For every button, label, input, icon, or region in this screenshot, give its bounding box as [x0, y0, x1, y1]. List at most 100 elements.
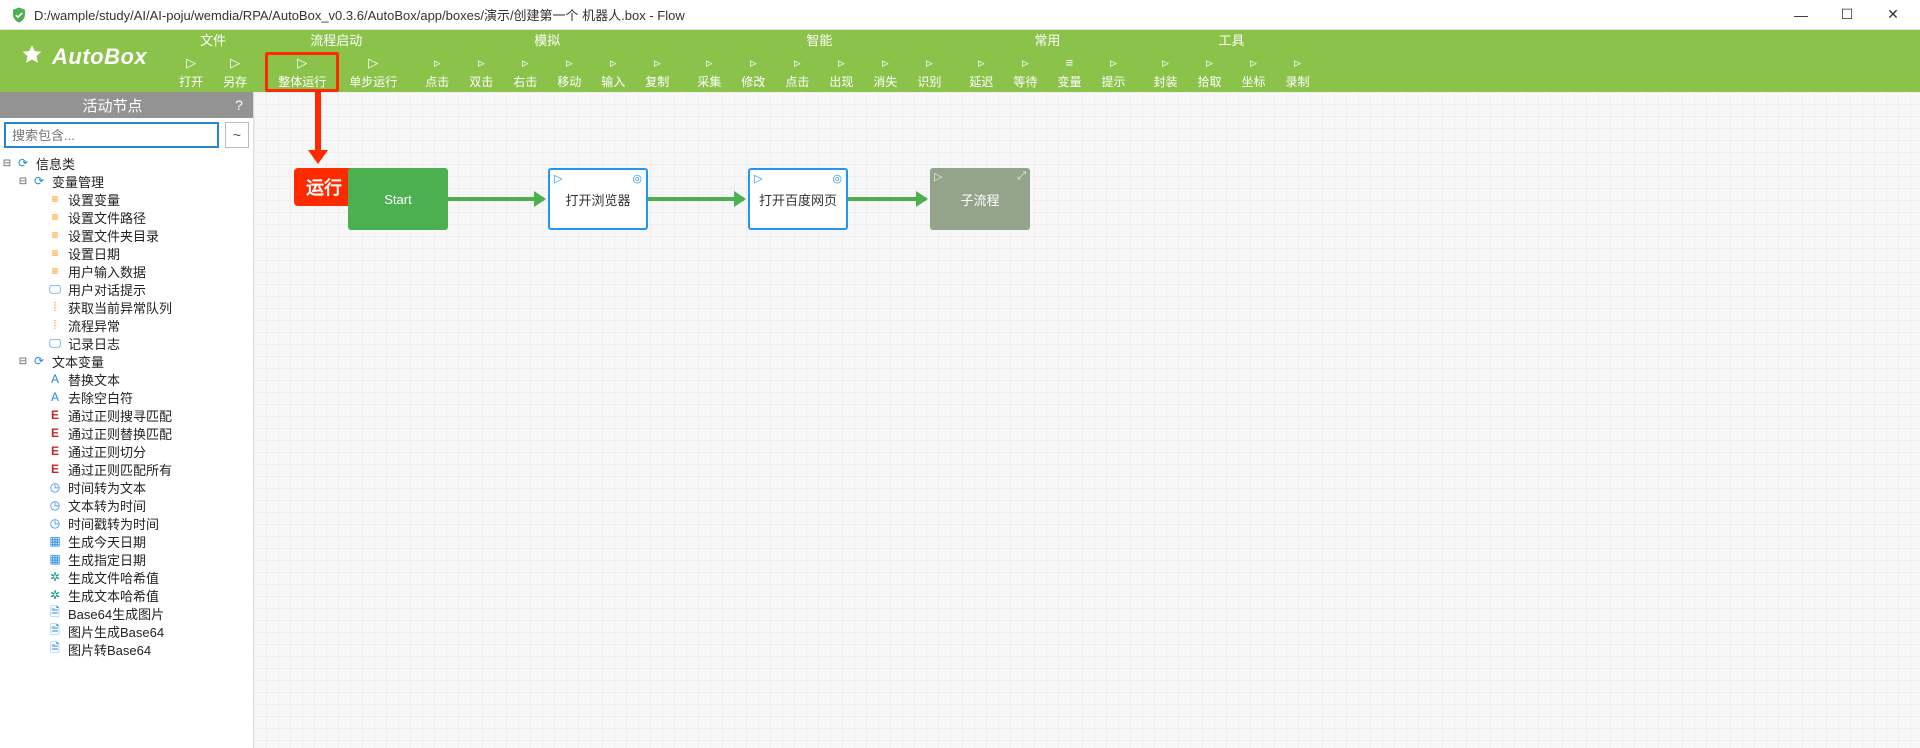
help-icon[interactable]: ?: [225, 97, 253, 113]
tree-item[interactable]: 🗎图片生成Base64: [0, 622, 253, 640]
ribbon-group-title: 常用: [1034, 30, 1060, 52]
ribbon-button-修改[interactable]: ▹修改: [731, 52, 775, 92]
tree-item[interactable]: ⊟⟳信息类: [0, 154, 253, 172]
search-toggle[interactable]: ~: [225, 122, 249, 148]
ribbon-button-右击[interactable]: ▹右击: [503, 52, 547, 92]
activity-tree[interactable]: ⊟⟳信息类⊟⟳变量管理≡设置变量≡设置文件路径≡设置文件夹目录≡设置日期≡用户输…: [0, 152, 253, 748]
ribbon-button-单步运行[interactable]: ▷单步运行: [339, 52, 407, 92]
tree-item-icon: A: [46, 372, 64, 386]
ribbon-button-录制[interactable]: ▹录制: [1276, 52, 1320, 92]
ribbon-button-复制[interactable]: ▹复制: [635, 52, 679, 92]
tree-item[interactable]: ✲生成文本哈希值: [0, 586, 253, 604]
tree-item-label: 生成文件哈希值: [64, 568, 159, 587]
tree-item[interactable]: ⦙流程异常: [0, 316, 253, 334]
tree-item[interactable]: ≡设置变量: [0, 190, 253, 208]
ribbon-button-移动[interactable]: ▹移动: [547, 52, 591, 92]
tree-item[interactable]: E通过正则替换匹配: [0, 424, 253, 442]
ribbon-icon: ▹: [566, 55, 573, 71]
tree-item[interactable]: 🗎Base64生成图片: [0, 604, 253, 622]
tree-item[interactable]: ⦙获取当前异常队列: [0, 298, 253, 316]
flow-edge: [848, 197, 926, 201]
close-button[interactable]: ✕: [1870, 0, 1916, 30]
tree-item[interactable]: ▦生成指定日期: [0, 550, 253, 568]
ribbon-label: 整体运行: [278, 73, 326, 90]
tree-item[interactable]: E通过正则匹配所有: [0, 460, 253, 478]
tree-item[interactable]: ✲生成文件哈希值: [0, 568, 253, 586]
ribbon-label: 延迟: [969, 73, 993, 90]
tree-item[interactable]: ▦生成今天日期: [0, 532, 253, 550]
ribbon-button-识别[interactable]: ▹识别: [907, 52, 951, 92]
node-label: 打开浏览器: [565, 190, 630, 209]
tree-item[interactable]: E通过正则搜寻匹配: [0, 406, 253, 424]
ribbon-icon: ▹: [978, 55, 985, 71]
flow-canvas[interactable]: 运行 Start ▷ ◎ 打开浏览器 ▷ ◎ 打开百度网页 ▷ ⤢ 子流程: [254, 92, 1920, 748]
ribbon-icon: ▹: [794, 55, 801, 71]
ribbon-group-title: 模拟: [534, 30, 560, 52]
ribbon-button-消失[interactable]: ▹消失: [863, 52, 907, 92]
ribbon-button-打开[interactable]: ▷打开: [169, 52, 213, 92]
ribbon-button-提示[interactable]: ▹提示: [1091, 52, 1135, 92]
search-input[interactable]: [4, 122, 219, 148]
shield-icon: [10, 6, 28, 24]
maximize-button[interactable]: ☐: [1824, 0, 1870, 30]
flow-node-open-browser[interactable]: ▷ ◎ 打开浏览器: [548, 168, 648, 230]
tree-item-icon: ✲: [46, 588, 64, 602]
tree-item[interactable]: ≡设置日期: [0, 244, 253, 262]
ribbon-label: 输入: [601, 73, 625, 90]
ribbon-icon: ▹: [610, 55, 617, 71]
ribbon-icon: ▹: [706, 55, 713, 71]
flow-node-subprocess[interactable]: ▷ ⤢ 子流程: [930, 168, 1030, 230]
tree-item[interactable]: ◷时间戳转为时间: [0, 514, 253, 532]
ribbon-button-变量[interactable]: ≡变量: [1047, 52, 1091, 92]
ribbon-icon: ▹: [654, 55, 661, 71]
tree-item-label: 文本转为时间: [64, 496, 146, 515]
ribbon-label: 打开: [179, 73, 203, 90]
ribbon-button-整体运行[interactable]: ▷整体运行: [265, 52, 339, 92]
ribbon-button-输入[interactable]: ▹ 输入: [591, 52, 635, 92]
node-label: Start: [384, 192, 411, 207]
sidebar-header: 活动节点 ?: [0, 92, 253, 118]
ribbon-button-封装[interactable]: ▹封装: [1143, 52, 1187, 92]
ribbon-button-点击[interactable]: ▹点击: [775, 52, 819, 92]
tree-item-icon: ◷: [46, 480, 64, 494]
tree-item[interactable]: ⊟⟳变量管理: [0, 172, 253, 190]
tree-twist-icon[interactable]: ⊟: [16, 176, 30, 187]
tree-item[interactable]: E通过正则切分: [0, 442, 253, 460]
flow-node-start[interactable]: Start: [348, 168, 448, 230]
tree-twist-icon[interactable]: ⊟: [16, 356, 30, 367]
ribbon-button-拾取[interactable]: ▹拾取: [1187, 52, 1231, 92]
tree-item[interactable]: ≡设置文件路径: [0, 208, 253, 226]
tree-item[interactable]: 🖵用户对话提示: [0, 280, 253, 298]
tree-item-label: 替换文本: [64, 370, 120, 389]
ribbon-button-采集[interactable]: ▹采集: [687, 52, 731, 92]
ribbon-button-双击[interactable]: ▹双击: [459, 52, 503, 92]
ribbon-icon: ▹: [1162, 55, 1169, 71]
tree-item-icon: ▦: [46, 534, 64, 548]
tree-item[interactable]: ⊟⟳文本变量: [0, 352, 253, 370]
tree-item[interactable]: ◷文本转为时间: [0, 496, 253, 514]
flow-edge: [448, 197, 544, 201]
annotation-run-label: 运行: [294, 168, 354, 206]
window-title: D:/wample/study/AI/AI-poju/wemdia/RPA/Au…: [34, 5, 1778, 24]
tree-item[interactable]: ≡用户输入数据: [0, 262, 253, 280]
play-icon: ▷: [754, 172, 762, 185]
ribbon-button-延迟[interactable]: ▹ 延迟: [959, 52, 1003, 92]
minimize-button[interactable]: —: [1778, 0, 1824, 30]
tree-item-label: 用户对话提示: [64, 280, 146, 299]
ribbon-button-另存[interactable]: ▷另存: [213, 52, 257, 92]
flow-node-open-baidu[interactable]: ▷ ◎ 打开百度网页: [748, 168, 848, 230]
tree-item[interactable]: ≡设置文件夹目录: [0, 226, 253, 244]
tree-item-label: 获取当前异常队列: [64, 298, 172, 317]
ribbon-button-点击[interactable]: ▹点击: [415, 52, 459, 92]
tree-item-label: 信息类: [32, 154, 75, 173]
ribbon-button-等待[interactable]: ▹等待: [1003, 52, 1047, 92]
tree-twist-icon[interactable]: ⊟: [0, 158, 14, 169]
ribbon-button-坐标[interactable]: ▹坐标: [1232, 52, 1276, 92]
ribbon-icon: ▹: [838, 55, 845, 71]
tree-item[interactable]: ◷时间转为文本: [0, 478, 253, 496]
tree-item[interactable]: 🗎图片转Base64: [0, 640, 253, 658]
tree-item[interactable]: A替换文本: [0, 370, 253, 388]
tree-item[interactable]: 🖵记录日志: [0, 334, 253, 352]
tree-item[interactable]: A去除空白符: [0, 388, 253, 406]
ribbon-button-出现[interactable]: ▹出现: [819, 52, 863, 92]
